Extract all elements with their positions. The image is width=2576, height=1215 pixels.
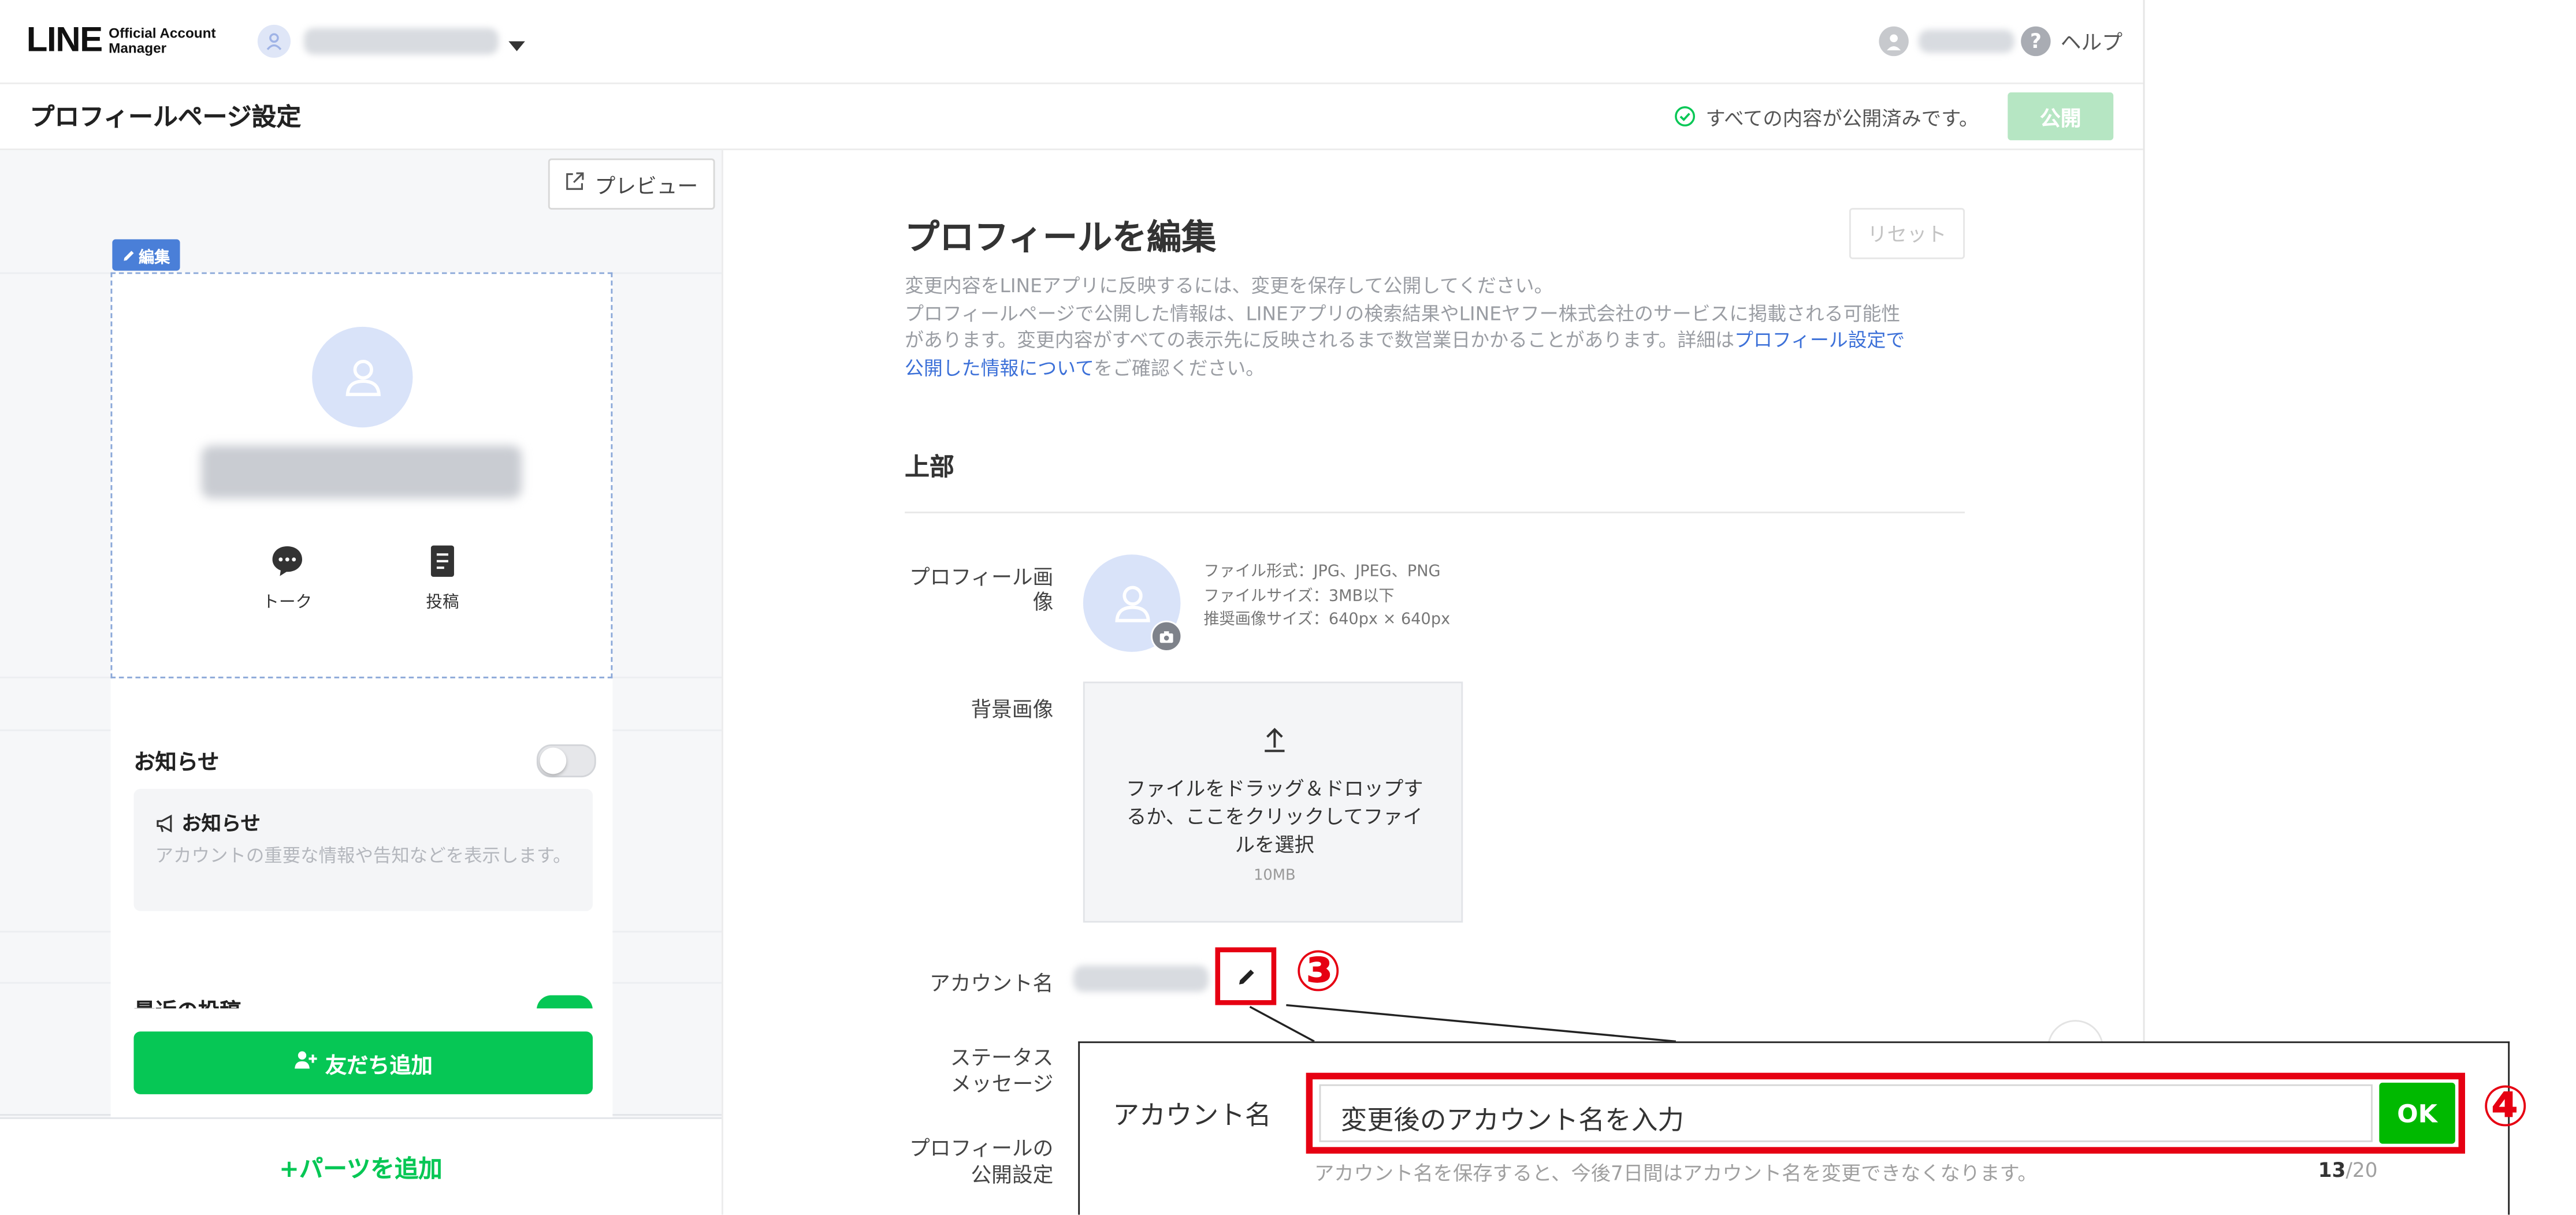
character-counter: 13/20 [2318,1158,2378,1182]
ok-button[interactable]: OK [2379,1082,2455,1144]
screenshot-stage: LINE Official Account Manager ? ヘルプ プロフィ… [0,0,2576,1215]
account-name-input-frame: 変更後のアカウント名を入力 OK [1306,1072,2465,1154]
counter-max: /20 [2345,1158,2378,1182]
step-4-marker: ④ [2481,1074,2529,1141]
popup-label: アカウント名 [1113,1099,1272,1131]
account-name-popup: アカウント名 変更後のアカウント名を入力 OK アカウント名を保存すると、今後7… [1078,1041,2510,1215]
counter-current: 13 [2318,1158,2346,1182]
account-name-input[interactable]: 変更後のアカウント名を入力 [1319,1084,2373,1142]
callout-connector [1249,1004,1677,1043]
account-name-placeholder: 変更後のアカウント名を入力 [1340,1104,1685,1136]
ok-label: OK [2397,1098,2437,1128]
account-name-note: アカウント名を保存すると、今後7日間はアカウント名を変更できなくなります。 [1314,1162,2038,1186]
